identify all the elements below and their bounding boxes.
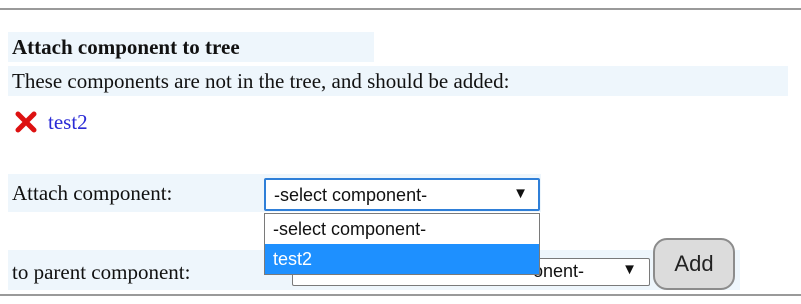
attach-component-select[interactable]: -select component- ▼	[264, 178, 540, 211]
bottom-divider	[0, 294, 801, 296]
dropdown-arrow-icon: ▼	[513, 185, 528, 202]
intro-text: These components are not in the tree, an…	[8, 66, 788, 96]
attach-dropdown-list[interactable]: -select component- test2	[264, 213, 540, 275]
missing-component-row: test2	[14, 108, 88, 136]
red-x-icon	[14, 110, 38, 134]
attach-select-value: -select component-	[274, 185, 428, 205]
dropdown-option-highlighted[interactable]: test2	[265, 244, 539, 274]
section-heading: Attach component to tree	[8, 32, 374, 62]
parent-select-value: onent-	[533, 261, 585, 281]
add-button[interactable]: Add	[653, 238, 735, 290]
parent-label: to parent component:	[12, 260, 191, 284]
missing-component-link[interactable]: test2	[48, 108, 88, 136]
dropdown-option[interactable]: -select component-	[265, 214, 539, 244]
top-divider	[0, 8, 801, 10]
attach-label: Attach component:	[12, 181, 173, 205]
dropdown-arrow-icon: ▼	[622, 261, 637, 278]
